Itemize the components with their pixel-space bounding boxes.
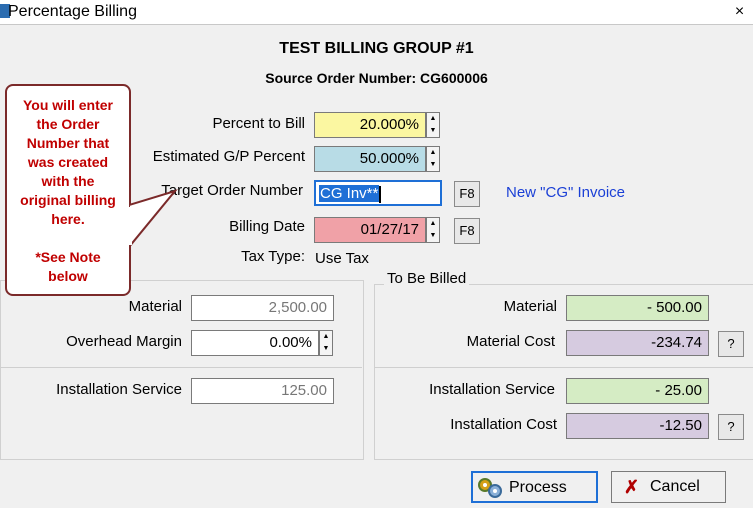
installation-service-label: Installation Service (56, 381, 182, 398)
title-bar: Percentage Billing × (0, 0, 753, 25)
installation-cost-field[interactable]: -12.50 (566, 413, 709, 439)
material-label: Material (128, 298, 182, 315)
callout-line: Number that (26, 135, 110, 151)
callout-line: You will enter (23, 97, 113, 113)
material-cost-label: Material Cost (466, 333, 555, 350)
window-title: Percentage Billing (8, 3, 137, 20)
instruction-callout: You will enter the Order Number that was… (5, 84, 131, 296)
process-button[interactable]: Process (471, 471, 598, 503)
percent-to-bill-field[interactable]: 20.000% (314, 112, 426, 138)
material-cost-field[interactable]: -234.74 (566, 330, 709, 356)
callout-pointer (129, 189, 178, 249)
close-button[interactable]: × (726, 0, 753, 24)
left-separator (0, 367, 362, 368)
target-f8-button[interactable]: F8 (454, 181, 480, 207)
installation-cost-help-button[interactable]: ? (718, 414, 744, 440)
callout-line: with the (41, 173, 95, 189)
billed-installation-label: Installation Service (429, 381, 555, 398)
text-cursor (379, 185, 382, 203)
callout-line: below (48, 268, 88, 284)
new-cg-invoice-link[interactable]: New "CG" Invoice (506, 184, 625, 201)
group-title: TEST BILLING GROUP #1 (279, 40, 474, 57)
material-field: 2,500.00 (191, 295, 334, 321)
target-order-value: CG Inv** (319, 185, 380, 202)
callout-line: *See Note (35, 249, 101, 265)
process-label: Process (509, 479, 567, 496)
callout-line: was created (27, 154, 109, 170)
percent-spin-arrows-icon[interactable]: ▲ ▼ (426, 112, 440, 138)
tax-type-label: Tax Type: (241, 248, 305, 265)
billed-installation-field[interactable]: - 25.00 (566, 378, 709, 404)
right-separator (374, 367, 753, 368)
overhead-margin-label: Overhead Margin (66, 333, 182, 350)
gears-icon (478, 478, 502, 498)
billed-material-field[interactable]: - 500.00 (566, 295, 709, 321)
overhead-margin-field[interactable]: 0.00% (191, 330, 319, 356)
material-cost-help-button[interactable]: ? (718, 331, 744, 357)
billing-date-field[interactable]: 01/27/17 (314, 217, 426, 243)
cancel-button[interactable]: ✗ Cancel (611, 471, 726, 503)
x-icon: ✗ (624, 477, 640, 497)
installation-cost-label: Installation Cost (450, 416, 557, 433)
percent-to-bill-label: Percent to Bill (212, 115, 305, 132)
installation-service-field: 125.00 (191, 378, 334, 404)
overhead-spin-arrows-icon[interactable]: ▲ ▼ (319, 330, 333, 356)
callout-line: the Order (36, 116, 100, 132)
cancel-label: Cancel (650, 478, 700, 495)
tax-type-value: Use Tax (315, 250, 369, 267)
to-be-billed-title: To Be Billed (384, 270, 470, 287)
gp-spin-arrows-icon[interactable]: ▲ ▼ (426, 146, 440, 172)
billing-date-label: Billing Date (229, 218, 305, 235)
callout-line: here. (51, 211, 85, 227)
target-order-input[interactable]: CG Inv** (314, 180, 442, 206)
estimated-gp-field[interactable]: 50.000% (314, 146, 426, 172)
estimated-gp-label: Estimated G/P Percent (152, 148, 305, 165)
billed-material-label: Material (503, 298, 557, 315)
callout-line: original billing (20, 192, 116, 208)
date-f8-button[interactable]: F8 (454, 218, 480, 244)
date-spin-arrows-icon[interactable]: ▲ ▼ (426, 217, 440, 243)
callout-line (11, 229, 125, 248)
